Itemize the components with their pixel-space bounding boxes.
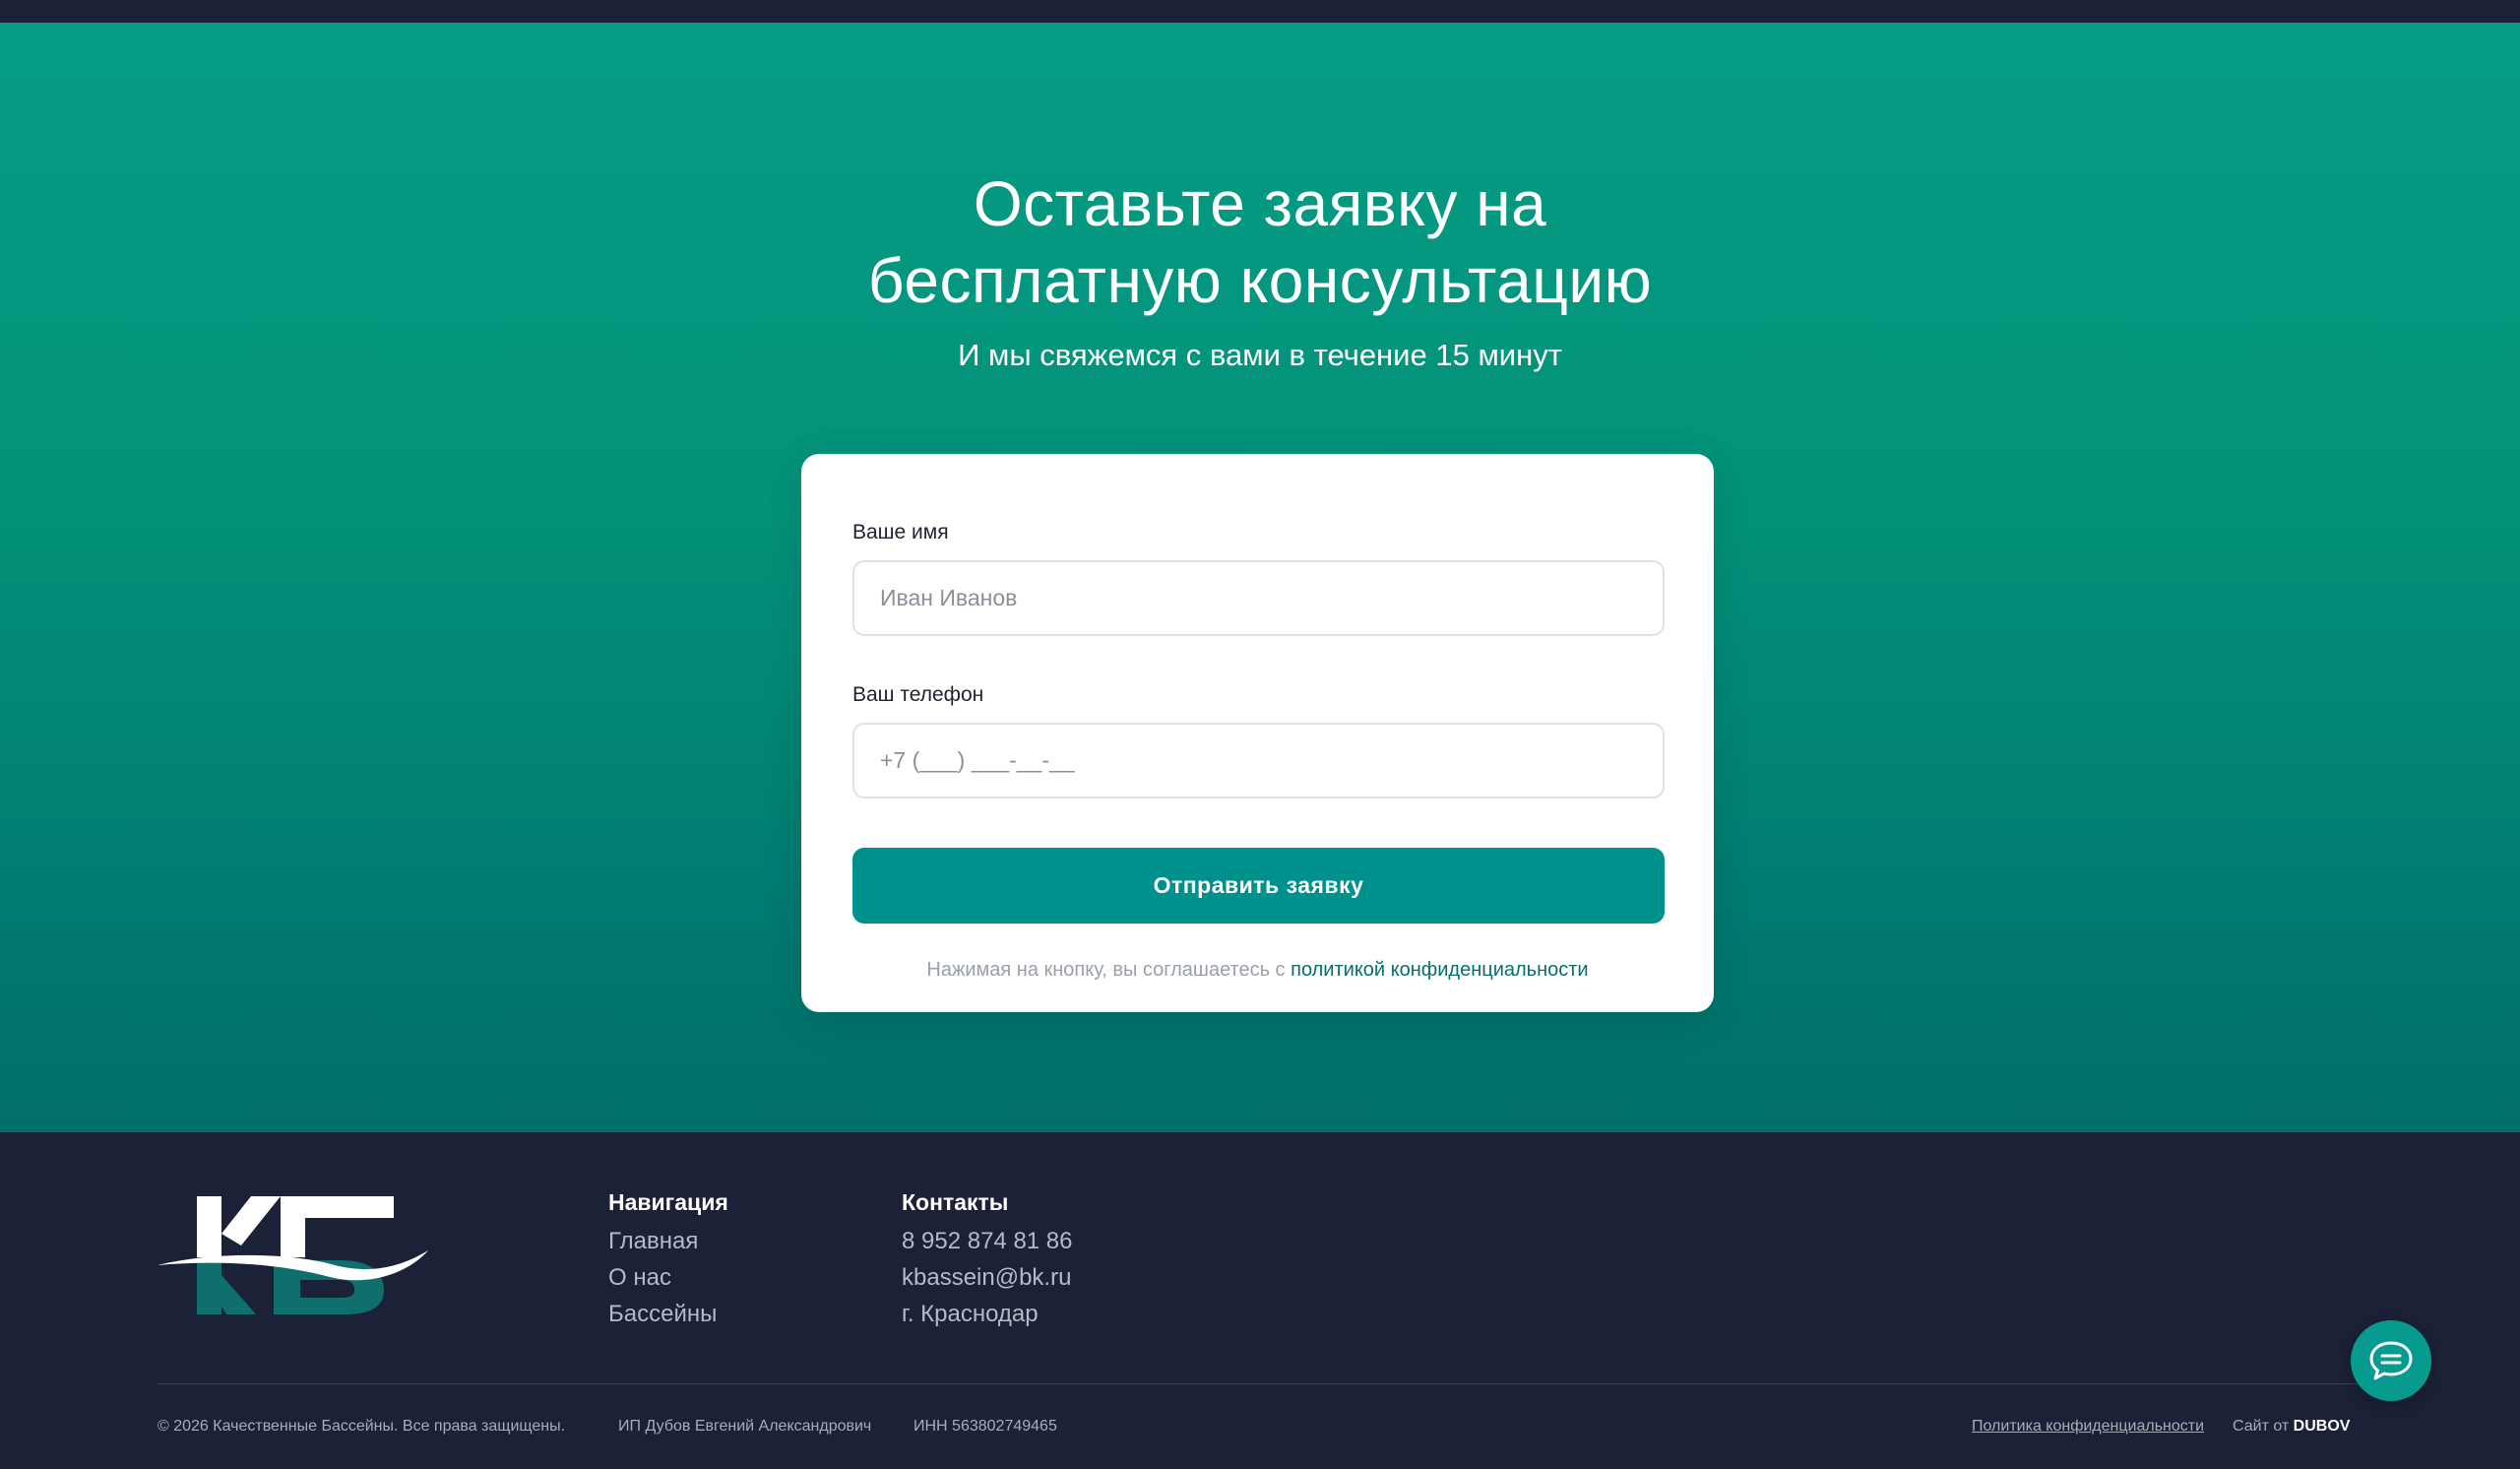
inn-info: ИНН 563802749465 [914, 1418, 1057, 1435]
top-bar [0, 0, 2520, 23]
footer-divider [158, 1383, 2362, 1384]
contacts-title: Контакты [902, 1189, 1009, 1215]
owner-info: ИП Дубов Евгений Александрович [618, 1418, 872, 1435]
page-title: Оставьте заявку на бесплатную консультац… [0, 165, 2520, 319]
copyright: © 2026 Качественные Бассейны. Все права … [158, 1418, 566, 1435]
contact-email[interactable]: kbassein@bk.ru [902, 1264, 1071, 1292]
nav-link-home[interactable]: Главная [608, 1228, 698, 1255]
agree-text: Нажимая на кнопку, вы соглашаетесь с [926, 959, 1292, 981]
phone-input[interactable] [852, 723, 1665, 798]
nav-link-pools[interactable]: Бассейны [608, 1301, 717, 1328]
submit-button[interactable]: Отправить заявку [852, 848, 1665, 924]
phone-label: Ваш телефон [852, 683, 984, 706]
name-label: Ваше имя [852, 521, 949, 543]
site-footer: Навигация Главная О нас Бассейны Контакт… [0, 1132, 2520, 1469]
privacy-policy-link[interactable]: политикой конфиденциальности [1291, 959, 1588, 981]
navigation-title: Навигация [608, 1189, 728, 1215]
site-credit-brand: DUBOV [2293, 1418, 2351, 1435]
chat-bubble-icon [2369, 1341, 2413, 1380]
contact-phone[interactable]: 8 952 874 81 86 [902, 1228, 1073, 1255]
site-credit-prefix: Сайт от [2233, 1418, 2294, 1435]
page-subtitle: И мы свяжемся с вами в течение 15 минут [958, 338, 1562, 372]
consultation-form: Ваше имя Ваш телефон Отправить заявку На… [801, 454, 1714, 1012]
site-credit[interactable]: Сайт от DUBOV [2233, 1418, 2350, 1436]
contact-city: г. Краснодар [902, 1301, 1039, 1327]
title-line-1: Оставьте заявку на [973, 168, 1547, 239]
consultation-section: Оставьте заявку на бесплатную консультац… [0, 23, 2520, 1132]
name-input[interactable] [852, 560, 1665, 636]
title-line-2: бесплатную консультацию [867, 245, 1653, 316]
logo-mark-icon [158, 1196, 428, 1314]
chat-button[interactable] [2351, 1320, 2431, 1401]
logo[interactable] [158, 1196, 443, 1324]
footer-privacy-link[interactable]: Политика конфиденциальности [1972, 1418, 2204, 1436]
nav-link-about[interactable]: О нас [608, 1264, 671, 1292]
privacy-agreement: Нажимая на кнопку, вы соглашаетесь с пол… [801, 959, 1714, 982]
